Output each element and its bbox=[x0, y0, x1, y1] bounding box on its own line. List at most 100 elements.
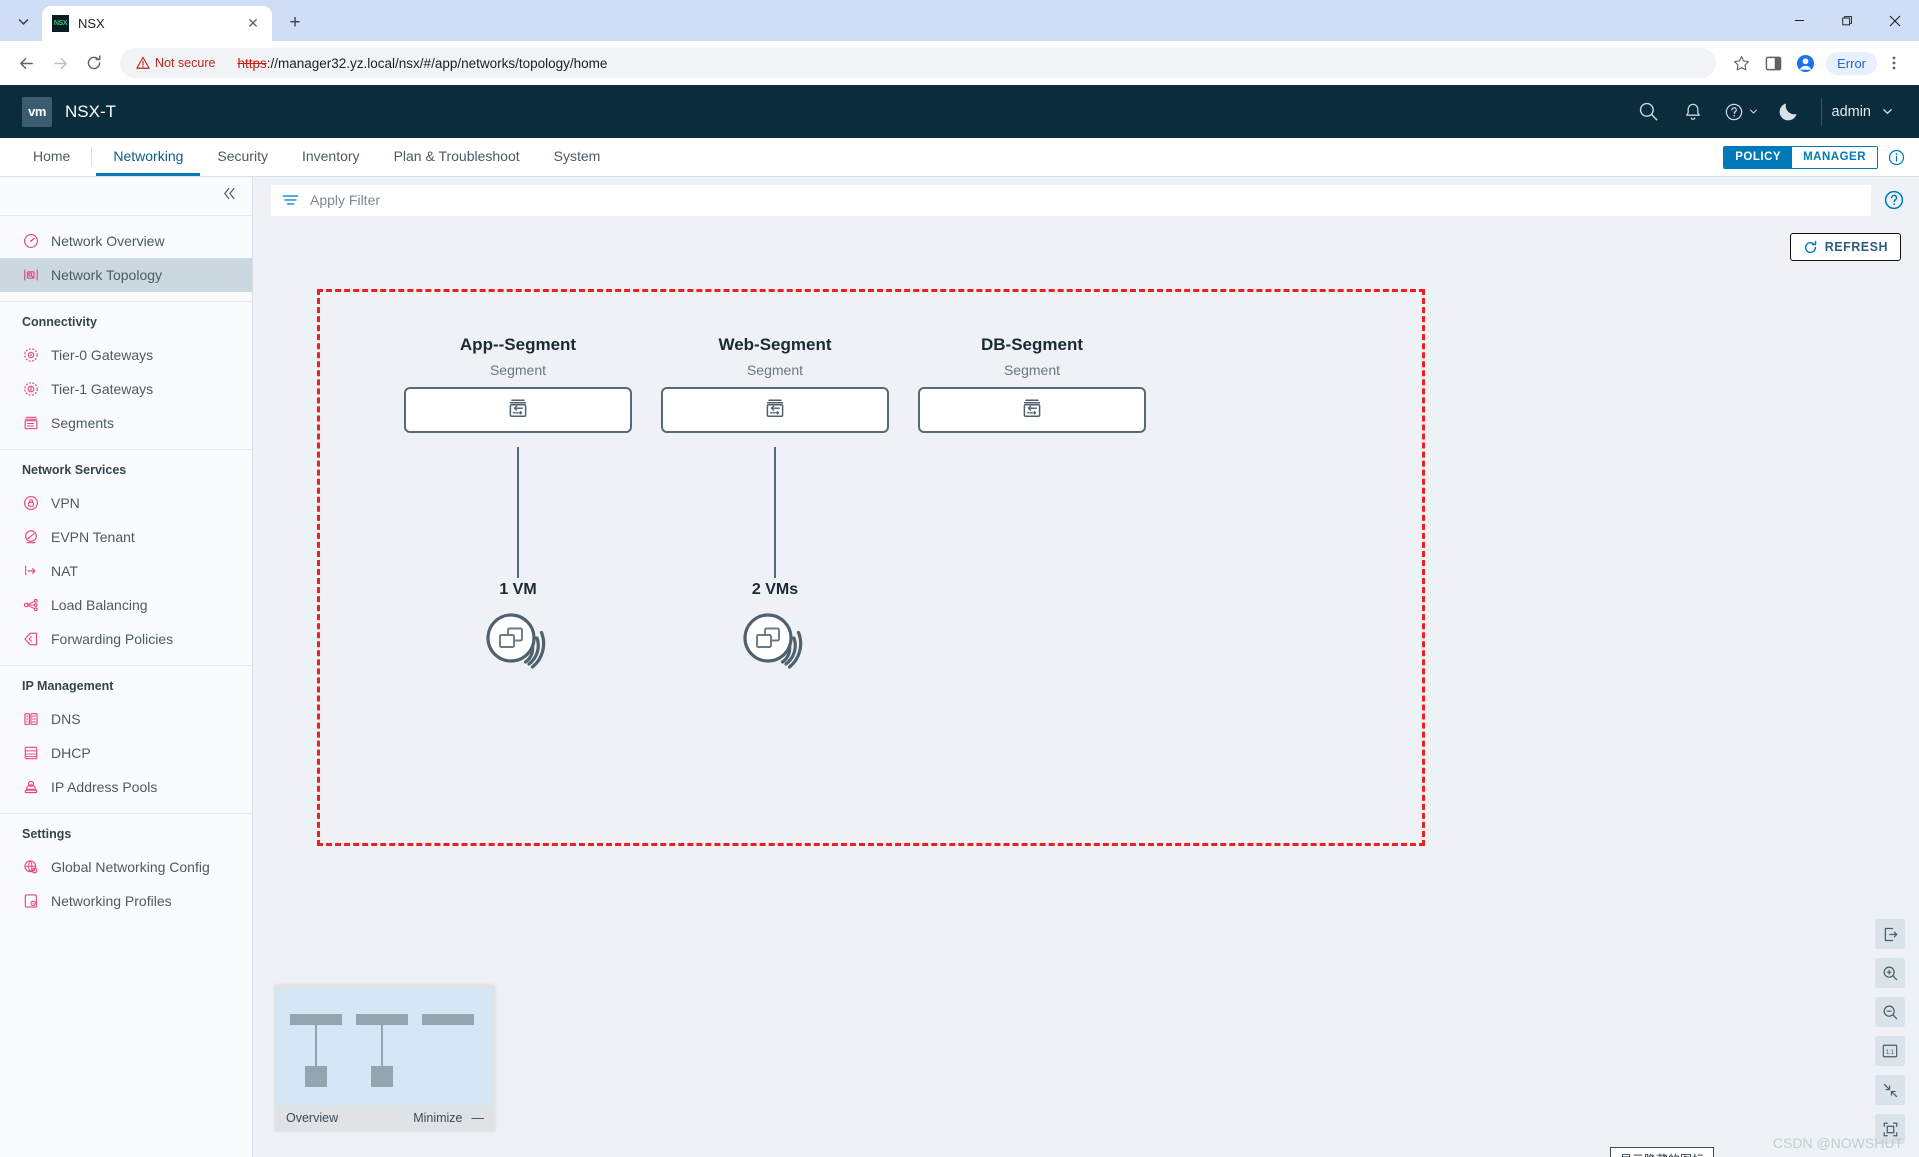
dark-mode-icon[interactable] bbox=[1767, 85, 1811, 138]
zoom-out-icon[interactable] bbox=[1875, 997, 1905, 1027]
sidebar-group-title: Settings bbox=[22, 827, 72, 841]
sidebar-scroll[interactable]: Network Overview Network Topology Connec… bbox=[0, 216, 252, 1157]
overview-minimap[interactable]: Overview Minimize — bbox=[275, 985, 495, 1131]
nav-item-inventory[interactable]: Inventory bbox=[285, 138, 377, 176]
nav-item-plan-troubleshoot[interactable]: Plan & Troubleshoot bbox=[377, 138, 537, 176]
info-icon[interactable] bbox=[1888, 149, 1905, 166]
sidebar-label: NAT bbox=[51, 563, 78, 579]
window-minimize-icon[interactable] bbox=[1775, 0, 1823, 41]
minimize-label: Minimize bbox=[413, 1111, 463, 1125]
refresh-icon bbox=[1803, 240, 1818, 255]
tab-search-button[interactable] bbox=[6, 4, 40, 38]
dhcp-icon bbox=[22, 745, 39, 762]
bell-icon[interactable] bbox=[1671, 85, 1715, 138]
sidebar-item-vpn[interactable]: VPN bbox=[0, 486, 252, 520]
window-maximize-icon[interactable] bbox=[1823, 0, 1871, 41]
sidebar-label: DNS bbox=[51, 711, 81, 727]
profile-avatar-icon[interactable] bbox=[1790, 48, 1820, 78]
topology-node-db-segment[interactable]: DB-Segment Segment bbox=[917, 335, 1147, 433]
sidebar-item-tier-0-gateways[interactable]: Tier-0 Gateways bbox=[0, 338, 252, 372]
topology-node-app-segment[interactable]: App--Segment Segment bbox=[403, 335, 633, 433]
topology-node-web-vms[interactable]: 2 VMs bbox=[695, 581, 855, 684]
window-close-icon[interactable] bbox=[1871, 0, 1919, 41]
nav-item-home[interactable]: Home bbox=[16, 138, 87, 176]
primary-nav: Home Networking Security Inventory Plan … bbox=[0, 138, 1919, 177]
sidebar-item-global-networking-config[interactable]: Global Networking Config bbox=[0, 850, 252, 884]
topology-node-web-segment[interactable]: Web-Segment Segment bbox=[660, 335, 890, 433]
policy-toggle-button[interactable]: POLICY bbox=[1724, 146, 1793, 168]
export-icon[interactable] bbox=[1875, 919, 1905, 949]
url-path: ://manager32.yz.local/nsx/#/app/networks… bbox=[266, 55, 608, 71]
sidebar-item-load-balancing[interactable]: Load Balancing bbox=[0, 588, 252, 622]
sidebar-label: Tier-1 Gateways bbox=[51, 381, 154, 397]
tab-close-icon[interactable]: ✕ bbox=[244, 15, 262, 33]
help-icon[interactable] bbox=[1715, 85, 1767, 138]
manager-toggle-button[interactable]: MANAGER bbox=[1792, 146, 1877, 168]
filter-help-icon[interactable] bbox=[1883, 189, 1905, 211]
reload-icon[interactable] bbox=[78, 47, 110, 79]
apply-filter-input[interactable]: Apply Filter bbox=[271, 184, 1871, 216]
minimap-minimize-button[interactable]: Minimize — bbox=[413, 1111, 484, 1125]
user-menu[interactable]: admin bbox=[1832, 104, 1900, 120]
sidebar-item-forwarding-policies[interactable]: Forwarding Policies bbox=[0, 622, 252, 656]
not-secure-badge[interactable]: Not secure bbox=[132, 53, 223, 73]
sidebar-item-networking-profiles[interactable]: Networking Profiles bbox=[0, 884, 252, 918]
back-icon[interactable] bbox=[10, 47, 42, 79]
sidebar-item-tier-1-gateways[interactable]: Tier-1 Gateways bbox=[0, 372, 252, 406]
load-balancer-icon bbox=[22, 597, 39, 614]
minimap-connector bbox=[315, 1025, 317, 1068]
bookmark-star-icon[interactable] bbox=[1726, 48, 1756, 78]
sidebar-label: EVPN Tenant bbox=[51, 529, 135, 545]
minimap-vm bbox=[305, 1066, 327, 1087]
not-secure-label: Not secure bbox=[155, 56, 216, 70]
segment-box[interactable] bbox=[661, 387, 889, 433]
sidebar-label: IP Address Pools bbox=[51, 779, 158, 795]
hidden-icons-popup[interactable]: 显示隐藏的图标 bbox=[1610, 1147, 1714, 1157]
sidebar-item-evpn-tenant[interactable]: EVPN Tenant bbox=[0, 520, 252, 554]
new-tab-icon[interactable]: + bbox=[280, 8, 310, 38]
filter-placeholder: Apply Filter bbox=[310, 192, 381, 208]
nav-item-system[interactable]: System bbox=[537, 138, 618, 176]
minimap-canvas[interactable] bbox=[278, 988, 492, 1105]
sidebar-item-ip-address-pools[interactable]: IP Address Pools bbox=[0, 770, 252, 804]
search-icon[interactable] bbox=[1627, 85, 1671, 138]
address-bar[interactable]: Not secure https://manager32.yz.local/ns… bbox=[120, 48, 1717, 78]
forward-icon[interactable] bbox=[44, 47, 76, 79]
fullscreen-icon[interactable] bbox=[1875, 1114, 1905, 1144]
chrome-menu-icon[interactable] bbox=[1879, 48, 1909, 78]
nav-item-security[interactable]: Security bbox=[200, 138, 285, 176]
sidebar-label: Networking Profiles bbox=[51, 893, 172, 909]
fit-to-screen-icon[interactable] bbox=[1875, 1075, 1905, 1105]
vm-count-label: 2 VMs bbox=[751, 581, 799, 598]
sidebar-group-title: Connectivity bbox=[22, 315, 98, 329]
sidebar-item-network-overview[interactable]: Network Overview bbox=[0, 224, 252, 258]
sidebar-item-nat[interactable]: NAT bbox=[0, 554, 252, 588]
topology-node-app-vms[interactable]: 1 VM bbox=[438, 581, 598, 684]
canvas-toolbar: 1:1 bbox=[1875, 919, 1905, 1144]
filter-bar: Apply Filter bbox=[253, 177, 1919, 223]
segment-name: Web-Segment bbox=[718, 335, 832, 354]
error-badge[interactable]: Error bbox=[1826, 51, 1877, 75]
sidebar-group-title: IP Management bbox=[22, 679, 114, 693]
segment-icon bbox=[509, 399, 527, 417]
actual-size-icon[interactable]: 1:1 bbox=[1875, 1036, 1905, 1066]
nav-item-networking[interactable]: Networking bbox=[96, 138, 201, 176]
side-panel-icon[interactable] bbox=[1758, 48, 1788, 78]
vm-group-icon bbox=[485, 613, 545, 669]
sidebar-item-network-topology[interactable]: Network Topology bbox=[0, 258, 252, 292]
sidebar-item-dns[interactable]: DNS bbox=[0, 702, 252, 736]
collapse-sidebar-icon[interactable] bbox=[221, 185, 238, 207]
minimize-icon: — bbox=[471, 1111, 485, 1125]
browser-tab[interactable]: NSX NSX ✕ bbox=[42, 6, 272, 41]
minimap-segment bbox=[290, 1014, 342, 1025]
topology-canvas[interactable]: REFRESH App--Segment Segment Web-Segment… bbox=[253, 223, 1919, 1157]
segment-box[interactable] bbox=[918, 387, 1146, 433]
user-name: admin bbox=[1831, 103, 1872, 120]
sidebar-item-segments[interactable]: Segments bbox=[0, 406, 252, 440]
sidebar-group-title: Network Services bbox=[22, 463, 127, 477]
sidebar-item-dhcp[interactable]: DHCP bbox=[0, 736, 252, 770]
segment-box[interactable] bbox=[404, 387, 632, 433]
zoom-in-icon[interactable] bbox=[1875, 958, 1905, 988]
refresh-button[interactable]: REFRESH bbox=[1789, 233, 1901, 261]
segment-icon bbox=[22, 415, 39, 432]
